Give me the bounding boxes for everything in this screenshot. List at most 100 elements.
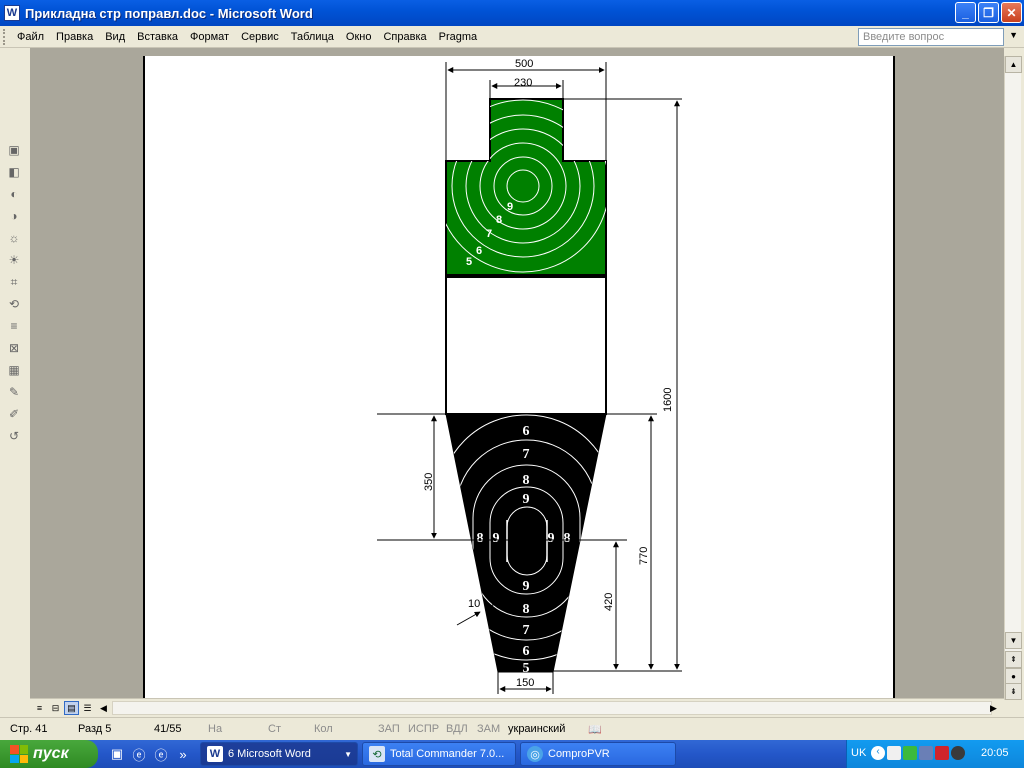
clock[interactable]: 20:05 [981, 747, 1009, 759]
outline-view-icon[interactable]: ☰ [80, 701, 95, 715]
format-picture-icon[interactable]: ✎ [4, 382, 24, 402]
status-at: На [208, 723, 223, 735]
minimize-button[interactable]: _ [955, 2, 976, 23]
audio-icon[interactable] [951, 746, 965, 760]
label-230: 230 [514, 77, 532, 89]
text-wrapping-icon[interactable]: ▦ [4, 360, 24, 380]
black-label-8: 8 [523, 473, 530, 488]
status-bar: Стр. 41 Разд 5 41/55 На Ст Кол ЗАП ИСПР … [0, 717, 1024, 739]
insert-picture-icon[interactable]: ▣ [4, 140, 24, 160]
close-button[interactable]: ✕ [1001, 2, 1022, 23]
rotate-icon[interactable]: ⟲ [4, 294, 24, 314]
status-page: Стр. 41 [10, 723, 48, 735]
more-contrast-icon[interactable]: ◐ [4, 184, 24, 204]
menu-format[interactable]: Формат [184, 31, 235, 43]
color-icon[interactable]: ◧ [4, 162, 24, 182]
maximize-button[interactable]: ❐ [978, 2, 999, 23]
menu-insert[interactable]: Вставка [131, 31, 184, 43]
task-compropvr-label: ComproPVR [548, 748, 610, 760]
quicklaunch-ie-icon[interactable]: ⓔ [152, 745, 170, 763]
show-hidden-icons-icon[interactable]: ‹ [871, 746, 885, 760]
green-label-9: 9 [507, 201, 513, 213]
label-500: 500 [515, 58, 533, 70]
menu-help[interactable]: Справка [377, 31, 432, 43]
label-350: 350 [423, 473, 435, 491]
system-tray: UK ‹ 20:05 [846, 740, 1024, 768]
more-brightness-icon[interactable]: ☼ [4, 228, 24, 248]
set-transparent-icon[interactable]: ✐ [4, 404, 24, 424]
ask-question-input[interactable]: Введите вопрос [858, 28, 1004, 46]
dim-10-arrow-left [456, 611, 481, 626]
network-icon[interactable] [887, 746, 901, 760]
menu-tools[interactable]: Сервис [235, 31, 285, 43]
menu-table[interactable]: Таблица [285, 31, 340, 43]
label-10: 10 [468, 598, 480, 610]
black-side-label-8: 8 [477, 531, 484, 546]
black-side-label-9: 9 [493, 531, 500, 546]
status-trk[interactable]: ИСПР [408, 723, 439, 735]
black-label-5-bottom: 5 [523, 661, 530, 676]
spelling-status-icon[interactable]: 📖 [588, 723, 602, 736]
label-420: 420 [603, 593, 615, 611]
status-pages: 41/55 [154, 723, 182, 735]
web-view-icon[interactable]: ⊟ [48, 701, 63, 715]
task-word-label: 6 Microsoft Word [228, 748, 311, 760]
task-word[interactable]: W 6 Microsoft Word ▼ [200, 742, 358, 766]
black-label-8-bottom: 8 [523, 602, 530, 617]
crop-icon[interactable]: ⌗ [4, 272, 24, 292]
quicklaunch-more-icon[interactable]: » [174, 745, 192, 763]
line-style-icon[interactable]: ≡ [4, 316, 24, 336]
print-layout-icon[interactable]: ▤ [64, 701, 79, 715]
scroll-left-icon[interactable]: ◀ [96, 701, 111, 715]
horizontal-scrollbar[interactable] [112, 701, 992, 715]
scroll-up-button[interactable]: ▲ [1005, 56, 1022, 73]
chevron-down-icon[interactable]: ▼ [1009, 30, 1018, 40]
taskbar: пуск ▣ ⓔ ⓔ » W 6 Microsoft Word ▼ ⟲ Tota… [0, 740, 1024, 768]
menu-window[interactable]: Окно [340, 31, 378, 43]
menu-pragma[interactable]: Pragma [433, 31, 484, 43]
compress-icon[interactable]: ⊠ [4, 338, 24, 358]
white-middle-panel [445, 276, 607, 415]
less-brightness-icon[interactable]: ☀ [4, 250, 24, 270]
document-area: 9 8 7 6 5 6 7 8 9 8 9 9 8 9 8 7 6 5 500 … [30, 48, 1004, 698]
status-rec[interactable]: ЗАП [378, 723, 400, 735]
label-150: 150 [516, 677, 534, 689]
quicklaunch-app-icon[interactable]: ▣ [108, 745, 126, 763]
menu-view[interactable]: Вид [99, 31, 131, 43]
menu-grip[interactable] [3, 28, 11, 45]
compropvr-icon: ◎ [527, 746, 543, 762]
language-indicator[interactable]: UK [851, 747, 866, 759]
menu-edit[interactable]: Правка [50, 31, 99, 43]
total-commander-icon: ⟲ [369, 746, 385, 762]
normal-view-icon[interactable]: ≡ [32, 701, 47, 715]
antivirus-icon[interactable] [935, 746, 949, 760]
scroll-down-button[interactable]: ▼ [1005, 632, 1022, 649]
black-label-9-bottom: 9 [523, 579, 530, 594]
reset-picture-icon[interactable]: ↺ [4, 426, 24, 446]
previous-page-icon[interactable]: ⇞ [1005, 651, 1022, 668]
vertical-scrollbar[interactable]: ▲ ▼ ⇞ ● ⇟ [1004, 56, 1022, 700]
security-icon[interactable] [903, 746, 917, 760]
start-button[interactable]: пуск [0, 740, 98, 768]
next-page-icon[interactable]: ⇟ [1005, 683, 1022, 700]
black-label-9: 9 [523, 492, 530, 507]
window-title: Прикладна стр поправл.doc - Microsoft Wo… [25, 5, 313, 21]
status-language[interactable]: украинский [508, 723, 565, 735]
black-label-6-bottom: 6 [523, 644, 530, 659]
display-icon[interactable] [919, 746, 933, 760]
status-ovr[interactable]: ЗАМ [477, 723, 500, 735]
task-total-commander-label: Total Commander 7.0... [390, 748, 505, 760]
less-contrast-icon[interactable]: ◑ [4, 206, 24, 226]
label-770: 770 [638, 547, 650, 565]
target-drawing: 9 8 7 6 5 6 7 8 9 8 9 9 8 9 8 7 6 5 500 … [377, 58, 682, 694]
green-label-8: 8 [496, 214, 502, 226]
green-label-6: 6 [476, 245, 482, 257]
ie-icon[interactable]: ⓔ [130, 745, 148, 763]
status-ext[interactable]: ВДЛ [446, 723, 468, 735]
menu-file[interactable]: Файл [11, 31, 50, 43]
word-icon: W [207, 746, 223, 762]
task-compropvr[interactable]: ◎ ComproPVR [520, 742, 676, 766]
scroll-right-icon[interactable]: ▶ [986, 701, 1001, 715]
black-label-7-bottom: 7 [523, 623, 530, 638]
task-total-commander[interactable]: ⟲ Total Commander 7.0... [362, 742, 516, 766]
